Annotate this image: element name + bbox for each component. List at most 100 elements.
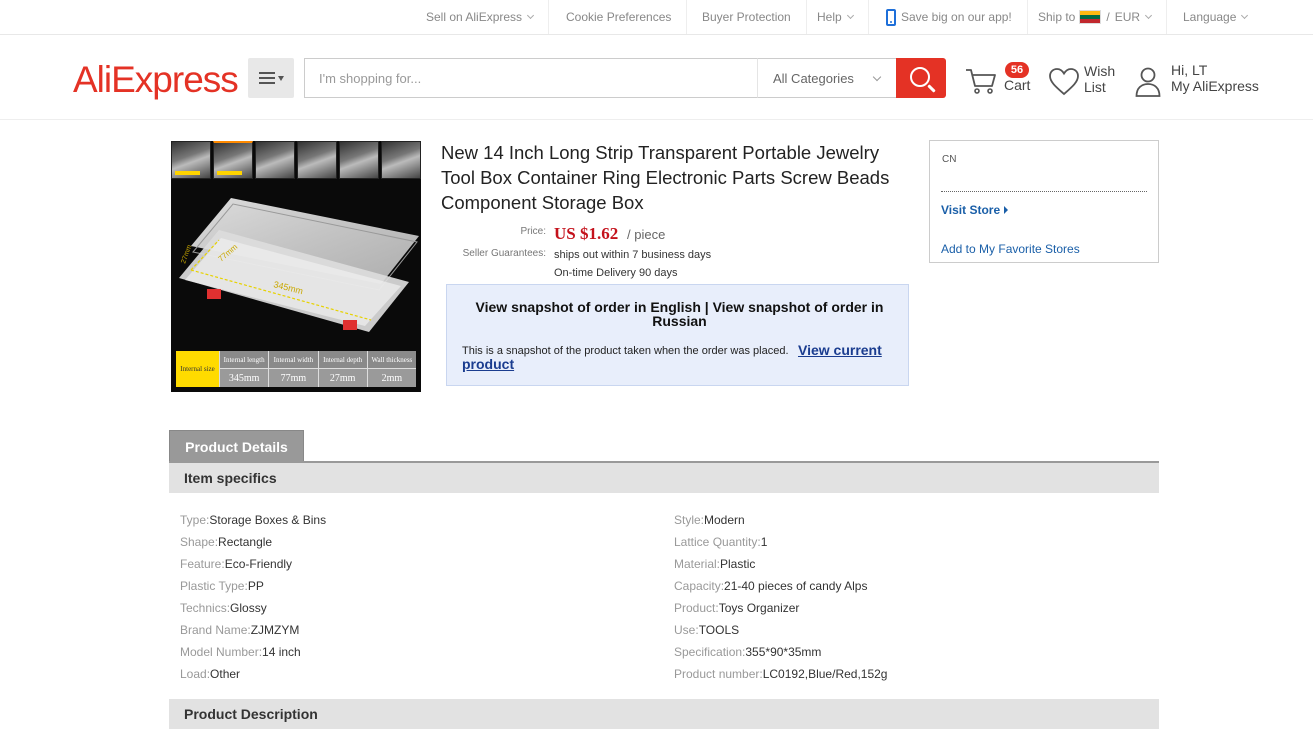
store-info-box: CN Visit Store Add to My Favorite Stores <box>929 140 1159 263</box>
spec-item: Model Number:14 inch <box>180 645 301 659</box>
price-unit: / piece <box>627 227 666 242</box>
ship-to-menu[interactable]: Ship to / EUR <box>1023 0 1168 34</box>
cookie-preferences-link[interactable]: Cookie Preferences <box>551 0 688 34</box>
spec-col-header: Internal width <box>269 351 318 369</box>
cart-count-badge: 56 <box>1005 62 1029 78</box>
cookie-label: Cookie Preferences <box>566 10 672 24</box>
spec-col-header: Wall thickness <box>367 351 416 369</box>
spec-value: Toys Organizer <box>718 601 800 615</box>
category-select[interactable]: All Categories <box>757 58 897 98</box>
spec-item: Feature:Eco-Friendly <box>180 557 292 571</box>
spec-column: Internal length 345mm <box>219 351 269 387</box>
spec-item: Specification:355*90*35mm <box>674 645 821 659</box>
spec-value: 1 <box>760 535 768 549</box>
spec-key: Style: <box>674 513 705 527</box>
product-thumbnail[interactable] <box>255 141 295 179</box>
caret-right-icon <box>1004 206 1009 214</box>
app-download-link[interactable]: Save big on our app! <box>871 0 1028 34</box>
divider <box>941 191 1147 192</box>
thumbnail-marker <box>217 171 242 175</box>
spec-value: Storage Boxes & Bins <box>209 513 327 527</box>
hamburger-icon <box>258 72 275 84</box>
thumbnail-marker <box>175 171 200 175</box>
product-thumbnail[interactable] <box>381 141 421 179</box>
spec-value: PP <box>247 579 264 593</box>
product-image[interactable]: 345mm 77mm 27mm <box>171 186 421 346</box>
cart-link[interactable]: 56 Cart <box>965 62 1045 102</box>
product-title: New 14 Inch Long Strip Transparent Porta… <box>441 142 890 213</box>
spec-key: Use: <box>674 623 699 637</box>
product-thumbnail[interactable] <box>297 141 337 179</box>
spec-item: Plastic Type:PP <box>180 579 264 593</box>
spec-item: Type:Storage Boxes & Bins <box>180 513 326 527</box>
spec-column: Internal depth 27mm <box>317 351 367 387</box>
spec-item: Material:Plastic <box>674 557 755 571</box>
spec-key: Material: <box>674 557 721 571</box>
spec-value: Eco-Friendly <box>224 557 293 571</box>
heart-icon <box>1049 68 1079 96</box>
help-menu[interactable]: Help <box>802 0 869 34</box>
spec-head: Internal size <box>176 351 219 387</box>
spec-column: Internal width 77mm <box>268 351 318 387</box>
spec-item: Load:Other <box>180 667 240 681</box>
aliexpress-logo[interactable]: AliExpress <box>73 59 239 101</box>
spec-value: Modern <box>704 513 745 527</box>
spec-col-value: 77mm <box>269 369 318 387</box>
seller-guarantees-label: Seller Guarantees: <box>462 248 546 259</box>
sell-label: Sell on AliExpress <box>426 10 523 24</box>
spec-key: Shape: <box>180 535 219 549</box>
spec-col-value: 345mm <box>220 369 269 387</box>
spec-value: 355*90*35mm <box>745 645 822 659</box>
item-specifics-heading: Item specifics <box>169 463 1159 493</box>
search-input[interactable]: I'm shopping for... <box>304 58 758 98</box>
search-button[interactable] <box>896 58 946 98</box>
view-current-product-link[interactable]: View current product <box>462 343 892 371</box>
dimension-depth-label: 27mm <box>180 244 193 265</box>
snapshot-heading[interactable]: View snapshot of order in English | View… <box>467 300 892 328</box>
spec-value: Glossy <box>230 601 267 615</box>
language-label: Language <box>1183 10 1237 24</box>
spec-item: Shape:Rectangle <box>180 535 272 549</box>
chevron-down-icon <box>1241 11 1249 20</box>
spec-value: 21-40 pieces of candy Alps <box>724 579 868 593</box>
account-greeting: Hi, LT <box>1171 62 1208 78</box>
buyer-protection-link[interactable]: Buyer Protection <box>687 0 807 34</box>
spec-key: Type: <box>180 513 210 527</box>
chevron-down-icon <box>872 72 882 82</box>
currency-separator: / <box>1106 10 1110 24</box>
sell-on-aliexpress-menu[interactable]: Sell on AliExpress <box>411 0 550 34</box>
guarantee-shipping: ships out within 7 business days <box>554 249 712 261</box>
caret-down-icon <box>277 75 284 81</box>
spec-key: Technics: <box>180 601 231 615</box>
wish-list-link[interactable]: Wish List <box>1048 62 1128 102</box>
spec-value: Plastic <box>720 557 756 571</box>
spec-key: Capacity: <box>674 579 725 593</box>
categories-menu-button[interactable] <box>248 58 294 98</box>
search-icon <box>909 66 930 87</box>
user-icon <box>1135 67 1161 97</box>
product-thumbnail[interactable] <box>171 141 211 179</box>
spec-col-header: Internal length <box>220 351 269 369</box>
spec-col-value: 2mm <box>367 369 416 387</box>
spec-value: TOOLS <box>698 623 740 637</box>
product-thumbnail[interactable] <box>213 141 253 179</box>
thumbnail-strip <box>171 141 421 182</box>
spec-value: Rectangle <box>218 535 273 549</box>
account-menu[interactable]: Hi, LT My AliExpress <box>1135 62 1285 102</box>
phone-icon <box>886 8 896 26</box>
spec-key: Product: <box>674 601 719 615</box>
spec-col-value: 27mm <box>318 369 367 387</box>
guarantee-delivery: On-time Delivery 90 days <box>554 267 678 279</box>
spec-key: Specification: <box>674 645 746 659</box>
spec-key: Lattice Quantity: <box>674 535 761 549</box>
spec-key: Product number: <box>674 667 763 681</box>
spec-value: 14 inch <box>262 645 301 659</box>
product-thumbnail[interactable] <box>339 141 379 179</box>
size-spec-table: Internal size Internal length 345mm Inte… <box>176 351 416 387</box>
tab-product-details[interactable]: Product Details <box>169 430 304 462</box>
cart-icon <box>966 69 996 94</box>
language-menu[interactable]: Language <box>1168 0 1262 34</box>
visit-store-link[interactable]: Visit Store <box>941 203 1009 217</box>
add-favorite-store-link[interactable]: Add to My Favorite Stores <box>941 242 1080 256</box>
snapshot-notice: View snapshot of order in English | View… <box>446 284 909 386</box>
